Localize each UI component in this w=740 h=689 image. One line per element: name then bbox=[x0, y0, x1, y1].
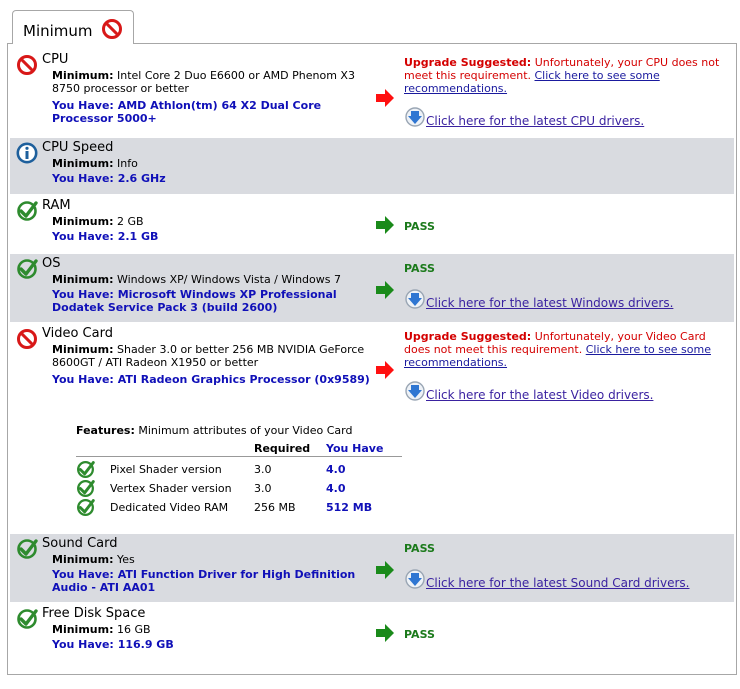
features-divider bbox=[76, 456, 402, 457]
feature-name: Pixel Shader version bbox=[110, 463, 222, 476]
tab-label: Minimum bbox=[23, 22, 93, 40]
no-entry-icon bbox=[16, 54, 38, 76]
cpu-speed-you-have: You Have: 2.6 GHz bbox=[52, 172, 166, 185]
check-icon bbox=[76, 498, 95, 517]
no-entry-icon bbox=[16, 328, 38, 350]
feature-name: Dedicated Video RAM bbox=[110, 501, 229, 514]
arrow-green-icon bbox=[375, 560, 395, 580]
feature-have: 512 MB bbox=[326, 501, 373, 514]
feature-required: 3.0 bbox=[254, 482, 272, 495]
disk-space-title: Free Disk Space bbox=[42, 606, 146, 621]
feature-row: Dedicated Video RAM 256 MB 512 MB bbox=[76, 498, 402, 517]
sound-pass-label: PASS bbox=[404, 542, 435, 555]
feature-row: Vertex Shader version 3.0 4.0 bbox=[76, 479, 402, 498]
feature-required: 256 MB bbox=[254, 501, 296, 514]
video-card-minimum: Minimum: Shader 3.0 or better 256 MB NVI… bbox=[52, 343, 365, 369]
feature-have: 4.0 bbox=[326, 463, 346, 476]
cpu-you-have: You Have: AMD Athlon(tm) 64 X2 Dual Core… bbox=[52, 99, 322, 125]
check-icon bbox=[16, 258, 38, 280]
ram-pass-label: PASS bbox=[404, 220, 435, 233]
cpu-speed-row: CPU Speed Minimum: Info You Have: 2.6 GH… bbox=[10, 138, 734, 194]
sound-driver-link[interactable]: Click here for the latest Sound Card dri… bbox=[426, 576, 690, 590]
video-card-title: Video Card bbox=[42, 326, 113, 341]
feature-required: 3.0 bbox=[254, 463, 272, 476]
video-card-row: Video Card Minimum: Shader 3.0 or better… bbox=[10, 324, 734, 532]
video-card-you-have: You Have: ATI Radeon Graphics Processor … bbox=[52, 373, 370, 386]
cpu-row: CPU Minimum: Intel Core 2 Duo E6600 or A… bbox=[10, 50, 734, 136]
download-icon bbox=[404, 380, 426, 402]
info-icon bbox=[16, 142, 38, 164]
disk-space-row: Free Disk Space Minimum: 16 GB You Have:… bbox=[10, 604, 734, 662]
os-you-have: You Have: Microsoft Windows XP Professio… bbox=[52, 288, 337, 314]
ram-you-have: You Have: 2.1 GB bbox=[52, 230, 159, 243]
ram-row: RAM Minimum: 2 GB You Have: 2.1 GB PASS bbox=[10, 196, 734, 252]
cpu-driver-link-group[interactable]: Click here for the latest CPU drivers. bbox=[404, 106, 644, 131]
feature-name: Vertex Shader version bbox=[110, 482, 232, 495]
cpu-driver-link[interactable]: Click here for the latest CPU drivers. bbox=[426, 114, 644, 128]
ram-minimum: Minimum: 2 GB bbox=[52, 215, 144, 228]
feature-row: Pixel Shader version 3.0 4.0 bbox=[76, 460, 402, 479]
col-you-have: You Have bbox=[326, 442, 384, 455]
check-icon bbox=[76, 479, 95, 498]
download-icon bbox=[404, 288, 426, 310]
check-icon bbox=[16, 200, 38, 222]
sound-card-row: Sound Card Minimum: Yes You Have: ATI Fu… bbox=[10, 534, 734, 602]
video-driver-link[interactable]: Click here for the latest Video drivers. bbox=[426, 388, 653, 402]
sound-driver-link-group[interactable]: Click here for the latest Sound Card dri… bbox=[404, 568, 690, 593]
check-icon bbox=[16, 538, 38, 560]
cpu-upgrade-note: Upgrade Suggested: Unfortunately, your C… bbox=[404, 56, 720, 95]
disk-space-minimum: Minimum: 16 GB bbox=[52, 623, 151, 636]
video-features-caption: Features: Minimum attributes of your Vid… bbox=[76, 424, 353, 437]
cpu-speed-minimum: Minimum: Info bbox=[52, 157, 138, 170]
sound-card-you-have: You Have: ATI Function Driver for High D… bbox=[52, 568, 356, 594]
os-title: OS bbox=[42, 256, 61, 271]
col-required: Required bbox=[254, 442, 311, 455]
sound-card-minimum: Minimum: Yes bbox=[52, 553, 135, 566]
feature-have: 4.0 bbox=[326, 482, 346, 495]
sound-card-title: Sound Card bbox=[42, 536, 118, 551]
arrow-green-icon bbox=[375, 280, 395, 300]
arrow-green-icon bbox=[375, 623, 395, 643]
os-minimum: Minimum: Windows XP/ Windows Vista / Win… bbox=[52, 273, 341, 286]
cpu-speed-title: CPU Speed bbox=[42, 140, 114, 155]
check-icon bbox=[76, 460, 95, 479]
cpu-minimum: Minimum: Intel Core 2 Duo E6600 or AMD P… bbox=[52, 69, 355, 95]
tab-minimum[interactable]: Minimum bbox=[12, 10, 134, 44]
arrow-red-icon bbox=[375, 360, 395, 380]
ram-title: RAM bbox=[42, 198, 71, 213]
check-icon bbox=[16, 608, 38, 630]
arrow-green-icon bbox=[375, 215, 395, 235]
disk-pass-label: PASS bbox=[404, 628, 435, 641]
cpu-title: CPU bbox=[42, 52, 69, 67]
os-row: OS Minimum: Windows XP/ Windows Vista / … bbox=[10, 254, 734, 322]
video-driver-link-group[interactable]: Click here for the latest Video drivers. bbox=[404, 380, 653, 405]
download-icon bbox=[404, 568, 426, 590]
os-pass-label: PASS bbox=[404, 262, 435, 275]
os-driver-link-group[interactable]: Click here for the latest Windows driver… bbox=[404, 288, 673, 313]
video-card-upgrade-note: Upgrade Suggested: Unfortunately, your V… bbox=[404, 330, 711, 369]
no-entry-icon bbox=[101, 18, 123, 40]
os-driver-link[interactable]: Click here for the latest Windows driver… bbox=[426, 296, 673, 310]
download-icon bbox=[404, 106, 426, 128]
arrow-red-icon bbox=[375, 88, 395, 108]
requirements-panel: CPU Minimum: Intel Core 2 Duo E6600 or A… bbox=[7, 43, 737, 675]
disk-space-you-have: You Have: 116.9 GB bbox=[52, 638, 174, 651]
